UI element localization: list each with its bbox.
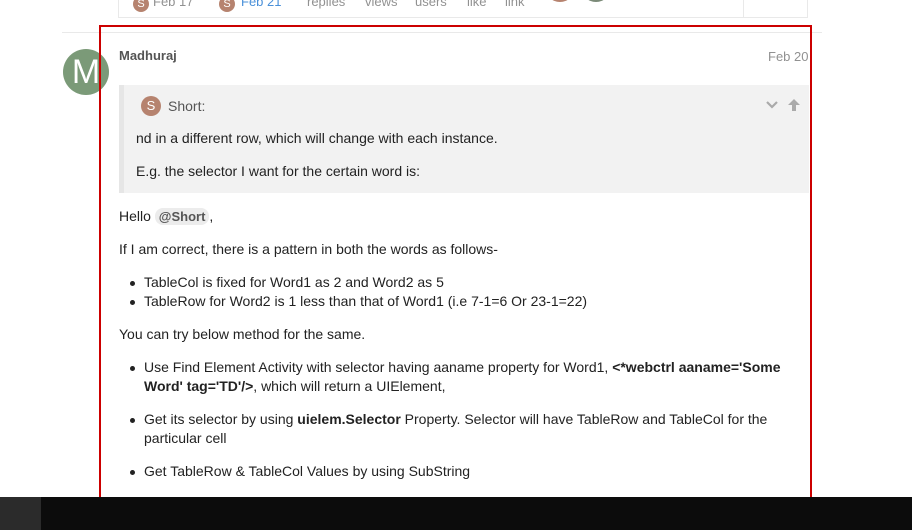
divider [62,32,822,33]
links-label: link [505,0,525,9]
taskbar [0,497,912,530]
bullet [130,281,135,286]
bullet [130,300,135,305]
list-item: TableRow for Word2 is 1 less than that o… [144,293,588,309]
created-date: Feb 17 [153,0,194,9]
replies-label: replies [307,0,346,9]
list-item: Use Find Element Activity with selector … [144,358,804,396]
greeting-end: , [209,208,214,224]
step-text: Use Find Element Activity with selector … [144,359,613,375]
users-label: users [415,0,447,9]
list-item: Get its selector by using uielem.Selecto… [144,410,804,448]
quote-text: E.g. the selector I want for the certain… [136,163,421,179]
quote-avatar[interactable]: S [141,96,161,116]
step-text: Get its selector by using [144,411,298,427]
bullet [130,470,135,475]
arrow-up-icon[interactable] [787,98,801,112]
creator-avatar[interactable]: S [133,0,149,12]
greeting: Hello @Short, [119,208,213,225]
start-button[interactable] [0,497,41,530]
chevron-down-icon[interactable] [765,99,779,111]
bullet [130,418,135,423]
paragraph: You can try below method for the same. [119,326,366,342]
avatar[interactable]: M [63,49,109,95]
participant-avatar[interactable] [545,0,575,2]
quote-text: nd in a different row, which will change… [136,130,498,146]
post-username[interactable]: Madhuraj [119,48,177,63]
bullet [130,366,135,371]
quote-author[interactable]: Short: [168,98,205,114]
greeting-text: Hello [119,208,151,224]
list-item: Get TableRow & TableCol Values by using … [144,463,471,479]
code-property: uielem.Selector [297,411,401,427]
post-date[interactable]: Feb 20 [768,49,808,64]
views-label: views [365,0,398,9]
last-reply-date[interactable]: Feb 21 [241,0,281,9]
list-item: TableCol is fixed for Word1 as 2 and Wor… [144,274,444,290]
divider [743,0,744,18]
last-reply-avatar[interactable]: S [219,0,235,12]
mention-link[interactable]: @Short [154,208,210,225]
likes-label: like [467,0,487,9]
step-text: , which will return a UIElement, [253,378,446,394]
quote-block: S Short: nd in a different row, which wi… [119,85,809,193]
paragraph: If I am correct, there is a pattern in b… [119,241,498,257]
topic-stats-bar: S Feb 17 S Feb 21 replies views users li… [118,0,808,18]
participant-avatar[interactable] [581,0,611,2]
